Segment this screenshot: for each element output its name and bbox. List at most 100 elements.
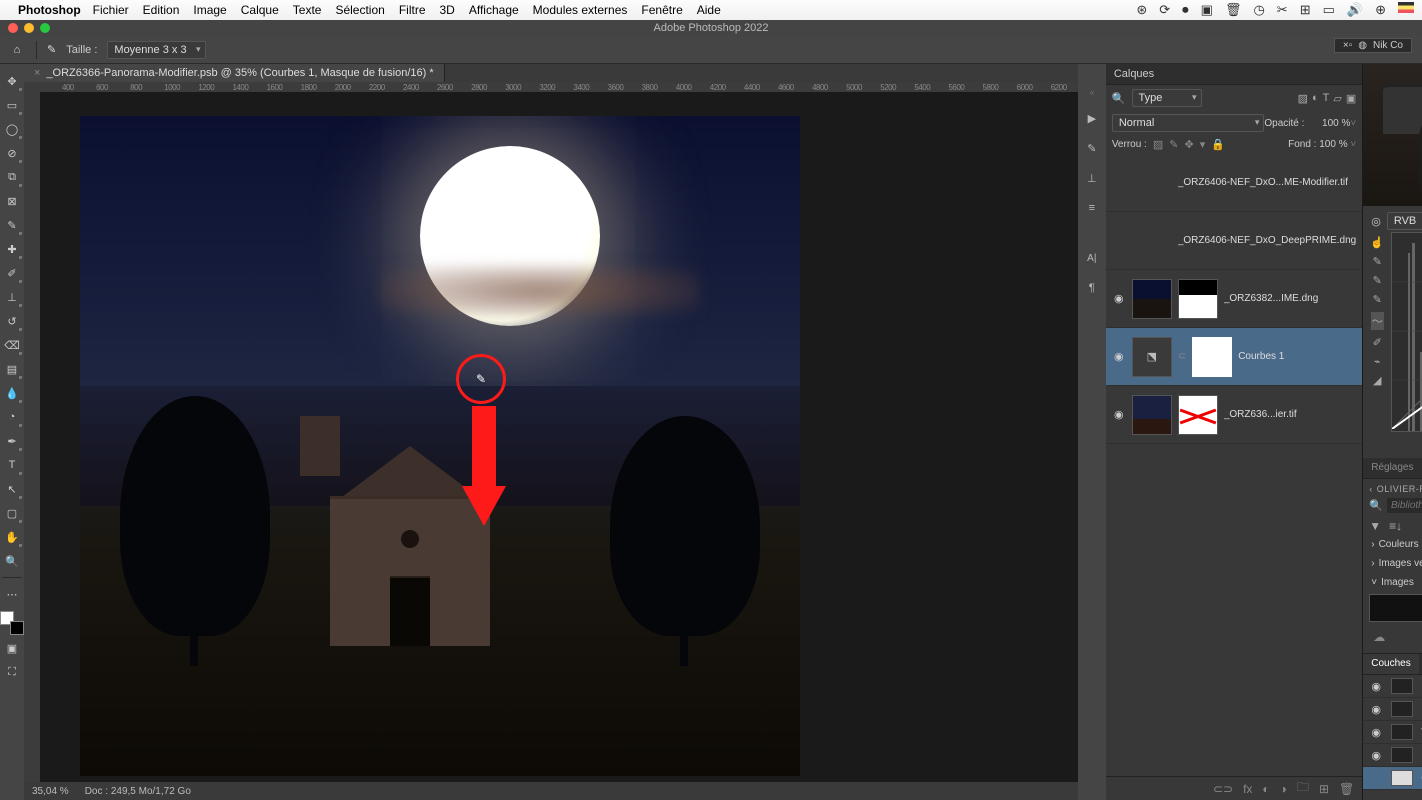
ruler-horizontal[interactable]: 4006008001000120014001600180020002200240… [24, 82, 1105, 92]
quick-select-tool[interactable]: ⊘ [1, 142, 23, 164]
tray-rec-icon[interactable]: ⏺ [1182, 2, 1189, 18]
visibility-toggle[interactable]: ◉ [1369, 703, 1383, 716]
tab-couches[interactable]: Couches [1363, 654, 1418, 674]
channel-row[interactable]: Courbes 1 Masque& [1363, 767, 1422, 790]
layer-name[interactable]: _ORZ636...ier.tif [1224, 409, 1356, 420]
library-back-link[interactable]: ‹OLIVIER-ROCQ-SIGNATURE-2018👤 [1369, 483, 1422, 494]
visibility-toggle[interactable]: ◉ [1369, 749, 1383, 762]
tray-display-icon[interactable]: ▭ [1323, 2, 1335, 18]
channel-row[interactable]: ◉Vert⌘4 [1363, 721, 1422, 744]
tray-grid-icon[interactable]: ⊞ [1300, 2, 1311, 18]
close-icon[interactable]: × [34, 67, 40, 79]
character-panel-icon[interactable]: A| [1083, 249, 1101, 267]
color-swatches[interactable] [0, 611, 24, 635]
curves-channel-dropdown[interactable]: RVB [1387, 212, 1422, 230]
pencil-curve-icon[interactable]: ✐ [1373, 336, 1382, 349]
play-icon[interactable]: ▶ [1083, 109, 1101, 127]
shape-tool[interactable]: ▢ [1, 502, 23, 524]
menu-texte[interactable]: Texte [293, 3, 322, 17]
layer-name[interactable]: Courbes 1 [1238, 351, 1356, 362]
filter-smart-icon[interactable]: ▣ [1346, 92, 1356, 105]
layer-name[interactable]: _ORZ6406-NEF_DxO...ME-Modifier.tif [1178, 177, 1356, 188]
menu-image[interactable]: Image [193, 3, 226, 17]
tray-game-icon[interactable]: ⊕ [1375, 2, 1386, 18]
menu-modules[interactable]: Modules externes [533, 3, 628, 17]
channel-row[interactable]: ◉Rouge⌘3 [1363, 698, 1422, 721]
lock-all-icon[interactable]: 🔒 [1211, 138, 1225, 151]
home-icon[interactable]: ⌂ [8, 41, 26, 59]
brush-tool[interactable]: ✐ [1, 262, 23, 284]
tray-trash-icon[interactable]: 🗑 [1225, 2, 1242, 18]
lib-section-images[interactable]: ˅Images [1369, 573, 1422, 592]
marquee-tool[interactable]: ▭ [1, 94, 23, 116]
layer-mask-thumbnail[interactable] [1178, 279, 1218, 319]
history-panel-icon[interactable]: ≡ [1083, 199, 1101, 217]
close-window-button[interactable] [8, 23, 18, 33]
lock-trans-icon[interactable]: ▨ [1153, 138, 1163, 151]
move-tool[interactable]: ✥ [1, 70, 23, 92]
tray-scissors-icon[interactable]: ✂ [1277, 2, 1288, 18]
eyedropper-tool[interactable]: ✎ [1, 214, 23, 236]
frame-tool[interactable]: ⊠ [1, 190, 23, 212]
filter-type-icon[interactable]: T [1323, 92, 1330, 105]
layer-name[interactable]: _ORZ6382...IME.dng [1224, 293, 1356, 304]
gray-sampler-icon[interactable]: ✎ [1373, 274, 1382, 287]
layer-row[interactable]: _ORZ6406-NEF_DxO...ME-Modifier.tif [1106, 154, 1362, 212]
type-tool[interactable]: T [1, 454, 23, 476]
library-asset[interactable] [1369, 594, 1422, 622]
fill-value[interactable]: 100 % [1319, 139, 1347, 150]
screenmode-toggle[interactable]: ⛶ [1, 661, 23, 683]
visibility-toggle[interactable]: ◉ [1369, 726, 1383, 739]
visibility-toggle[interactable]: ◉ [1369, 680, 1383, 693]
menu-3d[interactable]: 3D [440, 3, 455, 17]
lasso-tool[interactable]: ◯ [1, 118, 23, 140]
layer-thumbnail[interactable] [1132, 395, 1172, 435]
gradient-tool[interactable]: ▤ [1, 358, 23, 380]
nik-collection-tab[interactable]: ×▫◍Nik Co [1334, 38, 1412, 53]
edit-toolbar-icon[interactable]: ⋯ [1, 583, 23, 605]
sort-icon[interactable]: ≡↓ [1389, 519, 1402, 533]
menu-selection[interactable]: Sélection [335, 3, 384, 17]
curves-graph[interactable] [1391, 232, 1422, 432]
blur-tool[interactable]: 💧 [1, 382, 23, 404]
new-layer-icon[interactable]: ⊞ [1319, 782, 1329, 796]
stamp-tool[interactable]: ⊥ [1, 286, 23, 308]
filter-adjust-icon[interactable]: ◐ [1312, 92, 1319, 105]
opacity-value[interactable]: 100 % [1304, 118, 1350, 129]
on-image-tool-icon[interactable]: ☝ [1370, 236, 1384, 249]
tab-reglages[interactable]: Réglages [1363, 458, 1421, 478]
menu-edition[interactable]: Edition [143, 3, 180, 17]
menu-affichage[interactable]: Affichage [469, 3, 519, 17]
tray-clock-icon[interactable]: ◷ [1253, 2, 1264, 18]
layer-name[interactable]: _ORZ6406-NEF_DxO_DeepPRIME.dng [1178, 235, 1356, 246]
zoom-level[interactable]: 35,04 % [32, 786, 69, 797]
canvas[interactable]: ✎ [40, 92, 1105, 800]
link-icon[interactable]: ⊂ [1178, 351, 1186, 362]
visibility-toggle[interactable]: ◉ [1112, 292, 1126, 305]
quickmask-toggle[interactable]: ▣ [1, 637, 23, 659]
new-adjustment-icon[interactable]: ◑ [1280, 782, 1287, 796]
layer-row[interactable]: ◉ _ORZ6382...IME.dng [1106, 270, 1362, 328]
filter-pixel-icon[interactable]: ▨ [1298, 92, 1308, 105]
lib-section-vectors[interactable]: ›Images vectorielles [1369, 554, 1422, 573]
layer-mask-thumbnail[interactable] [1178, 395, 1218, 435]
lib-section-colors[interactable]: ›Couleurs [1369, 535, 1422, 554]
menu-calque[interactable]: Calque [241, 3, 279, 17]
menu-fenetre[interactable]: Fenêtre [641, 3, 682, 17]
zoom-tool[interactable]: 🔍 [1, 550, 23, 572]
library-search-input[interactable] [1387, 498, 1422, 513]
filter-shape-icon[interactable]: ▱ [1333, 92, 1341, 105]
delete-layer-icon[interactable]: 🗑 [1339, 782, 1354, 796]
cloud-icon[interactable]: ☁ [1373, 630, 1385, 644]
menu-aide[interactable]: Aide [697, 3, 721, 17]
layer-row[interactable]: _ORZ6406-NEF_DxO_DeepPRIME.dng [1106, 212, 1362, 270]
lock-paint-icon[interactable]: ✎ [1169, 138, 1178, 151]
search-icon[interactable]: 🔍 [1112, 92, 1126, 105]
lock-pos-icon[interactable]: ✥ [1184, 138, 1193, 151]
adjustment-thumbnail[interactable]: ⬔ [1132, 337, 1172, 377]
layers-panel-title[interactable]: Calques [1106, 64, 1362, 85]
paragraph-panel-icon[interactable]: ¶ [1083, 279, 1101, 297]
visibility-toggle[interactable]: ◉ [1112, 350, 1126, 363]
path-select-tool[interactable]: ↖ [1, 478, 23, 500]
filter-icon[interactable]: ▼ [1369, 519, 1381, 533]
